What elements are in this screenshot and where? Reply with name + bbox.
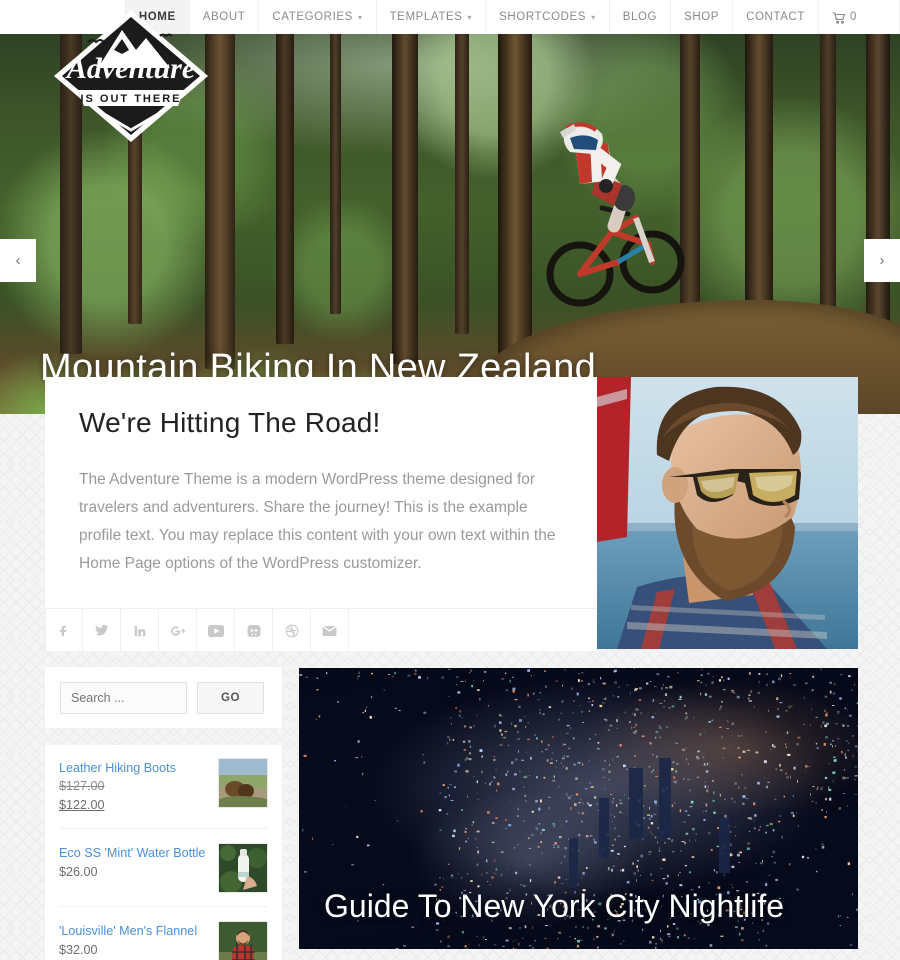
- twitter-icon[interactable]: [83, 609, 121, 652]
- product-original-price: $127.00: [59, 779, 105, 793]
- product-name-link[interactable]: 'Louisville' Men's Flannel: [59, 924, 197, 938]
- product-name-link[interactable]: Eco SS 'Mint' Water Bottle: [59, 846, 205, 860]
- product-price: $32.00: [59, 943, 98, 957]
- shopping-cart-icon: [832, 12, 846, 24]
- product-list-item[interactable]: Leather Hiking Boots $127.00 $122.00: [59, 745, 268, 829]
- chevron-down-icon: ▾: [467, 12, 473, 22]
- product-thumbnail[interactable]: [218, 758, 268, 808]
- nav-item-blog[interactable]: BLOG: [608, 0, 670, 34]
- mountain-biker-figure: [540, 122, 690, 312]
- nav-item-shortcodes[interactable]: SHORTCODES ▾: [485, 0, 609, 34]
- logo-banner-text: IS OUT THERE: [80, 93, 181, 105]
- product-price: $26.00: [59, 865, 98, 879]
- linkedin-icon[interactable]: [121, 609, 159, 652]
- nav-item-label: BLOG: [622, 11, 658, 23]
- feature-post-card[interactable]: Guide To New York City Nightlife: [299, 668, 858, 949]
- profile-portrait-image: [597, 377, 858, 649]
- search-widget: GO: [45, 667, 282, 728]
- product-sale-price: $122.00: [59, 798, 105, 812]
- github-icon[interactable]: [235, 609, 273, 652]
- slider-next-arrow[interactable]: ›: [864, 239, 900, 282]
- slider-prev-arrow[interactable]: ‹: [0, 239, 36, 282]
- feature-post-title[interactable]: Guide To New York City Nightlife: [324, 888, 784, 925]
- product-info: Eco SS 'Mint' Water Bottle $26.00: [59, 843, 210, 882]
- cart-count: 0: [850, 11, 857, 23]
- nav-item-categories[interactable]: CATEGORIES ▾: [258, 0, 375, 34]
- nav-item-shop[interactable]: SHOP: [670, 0, 732, 34]
- nav-item-templates[interactable]: TEMPLATES ▾: [375, 0, 486, 34]
- product-info: Leather Hiking Boots $127.00 $122.00: [59, 758, 210, 815]
- logo-script-text: Adventure: [65, 52, 195, 85]
- chevron-down-icon: ▾: [357, 12, 363, 22]
- nav-item-label: SHORTCODES: [499, 11, 587, 23]
- nav-item-label: CATEGORIES: [272, 11, 353, 23]
- product-list-item[interactable]: Eco SS 'Mint' Water Bottle $26.00: [59, 829, 268, 907]
- product-thumbnail[interactable]: [218, 921, 268, 960]
- chevron-down-icon: ▾: [591, 12, 596, 22]
- nav-item-contact[interactable]: CONTACT: [732, 0, 818, 34]
- product-thumbnail[interactable]: [218, 843, 268, 893]
- google-plus-icon[interactable]: [159, 609, 197, 652]
- youtube-icon[interactable]: [197, 609, 235, 652]
- nav-item-label: TEMPLATES: [389, 11, 463, 23]
- nav-item-label: SHOP: [684, 11, 720, 23]
- facebook-icon[interactable]: [45, 609, 83, 652]
- email-icon[interactable]: [311, 609, 349, 652]
- profile-card: We're Hitting The Road! The Adventure Th…: [45, 377, 597, 652]
- product-info: 'Louisville' Men's Flannel $32.00: [59, 921, 210, 960]
- main-menu: HOME ABOUT CATEGORIES ▾ TEMPLATES ▾ SHORTCODES…: [124, 0, 900, 34]
- product-list-item[interactable]: 'Louisville' Men's Flannel $32.00: [59, 907, 268, 960]
- social-links-row: [45, 608, 597, 652]
- cart-button[interactable]: 0: [818, 0, 900, 34]
- nav-item-label: CONTACT: [746, 11, 805, 23]
- site-logo[interactable]: Adventure IS OUT THERE: [48, 6, 214, 146]
- search-input[interactable]: [60, 681, 187, 714]
- search-go-button[interactable]: GO: [197, 681, 264, 714]
- product-name-link[interactable]: Leather Hiking Boots: [59, 761, 176, 775]
- dribbble-icon[interactable]: [273, 609, 311, 652]
- profile-description: The Adventure Theme is a modern WordPres…: [79, 471, 556, 572]
- profile-heading: We're Hitting The Road!: [79, 407, 381, 438]
- products-widget: Leather Hiking Boots $127.00 $122.00 Eco S…: [45, 745, 282, 960]
